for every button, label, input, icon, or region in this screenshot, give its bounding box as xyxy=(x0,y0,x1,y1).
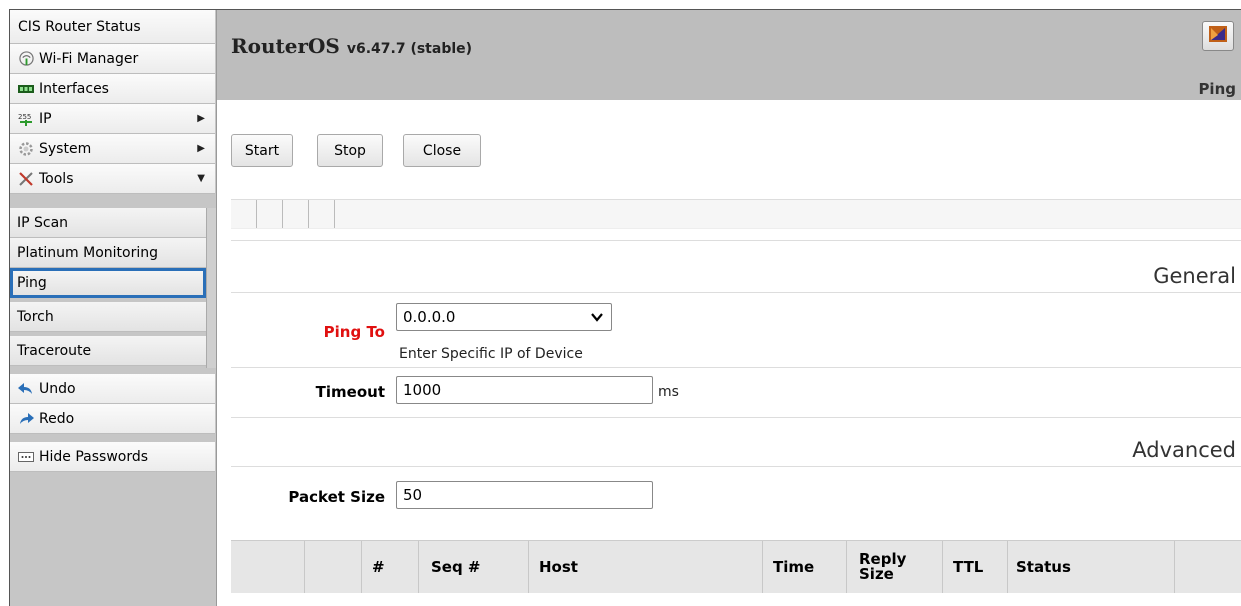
packet-size-value: 50 xyxy=(403,486,423,504)
timeout-input[interactable]: 1000 xyxy=(396,376,653,404)
winbox-logo-button[interactable] xyxy=(1202,21,1234,51)
submenu-strip xyxy=(206,208,216,368)
sidebar-header-cis-router-status[interactable]: CIS Router Status xyxy=(10,10,215,44)
sidebar-item-wifi-manager[interactable]: Wi-Fi Manager xyxy=(10,44,215,74)
sidebar-sub-item-torch[interactable]: Torch xyxy=(10,302,206,332)
sidebar-item-label: Interfaces xyxy=(39,80,109,97)
app-frame: CIS Router Status Wi-Fi Manager Interfac… xyxy=(9,9,1241,606)
divider xyxy=(231,417,1241,418)
section-title-advanced: Advanced xyxy=(1132,438,1236,462)
divider xyxy=(231,292,1241,293)
divider xyxy=(231,367,1241,368)
brand-version: v6.47.7 (stable) xyxy=(346,41,473,57)
wifi-icon xyxy=(18,51,34,67)
sidebar-item-label: System xyxy=(39,140,92,157)
sidebar-item-label: IP xyxy=(39,110,52,127)
column-header-index[interactable]: # xyxy=(362,541,419,593)
packet-size-input[interactable]: 50 xyxy=(396,481,653,509)
tab-slot[interactable] xyxy=(257,200,283,228)
chevron-down-icon: ▼ xyxy=(197,173,205,184)
chevron-right-icon: ▶ xyxy=(197,143,205,154)
redo-icon xyxy=(18,411,34,427)
header-bar: RouterOS v6.47.7 (stable) Ping xyxy=(217,10,1241,100)
tab-slot[interactable] xyxy=(231,200,257,228)
redo-label: Redo xyxy=(39,410,75,427)
password-dots-icon xyxy=(18,449,34,465)
sidebar-sub-item-ping[interactable]: Ping xyxy=(10,268,206,298)
sidebar-sub-item-label: Ping xyxy=(17,275,47,291)
column-header-ttl[interactable]: TTL xyxy=(943,541,1008,593)
section-title-general: General xyxy=(1153,264,1236,288)
tab-slot[interactable] xyxy=(283,200,309,228)
tab-strip xyxy=(231,199,1241,229)
sidebar-item-system[interactable]: System ▶ xyxy=(10,134,215,164)
column-header-reply-size[interactable]: Reply Size xyxy=(847,541,943,593)
column-header-seq[interactable]: Seq # xyxy=(419,541,529,593)
ping-to-label: Ping To xyxy=(323,323,385,341)
column-header-status[interactable]: Status xyxy=(1008,541,1175,593)
start-button[interactable]: Start xyxy=(231,134,293,167)
undo-label: Undo xyxy=(39,380,76,397)
sidebar-sub-item-label: IP Scan xyxy=(17,214,69,231)
sidebar-sub-item-label: Traceroute xyxy=(17,342,92,359)
sidebar-header-label: CIS Router Status xyxy=(18,18,141,35)
column-blank[interactable] xyxy=(231,541,305,593)
tools-icon xyxy=(18,171,34,187)
results-table-header: # Seq # Host Time Reply Size TTL Status xyxy=(231,540,1241,593)
mikrotik-logo-icon xyxy=(1209,26,1227,46)
chevron-down-icon xyxy=(591,309,603,327)
sidebar-sub-item-traceroute[interactable]: Traceroute xyxy=(10,336,206,366)
main-panel: RouterOS v6.47.7 (stable) Ping Start Sto… xyxy=(217,10,1241,606)
ip-icon: 255 xyxy=(18,111,34,127)
redo-button[interactable]: Redo xyxy=(10,404,215,434)
column-blank[interactable] xyxy=(1175,541,1241,593)
sidebar-item-label: Tools xyxy=(39,170,74,187)
timeout-unit: ms xyxy=(658,384,679,400)
timeout-label: Timeout xyxy=(315,383,385,401)
ping-to-select[interactable]: 0.0.0.0 xyxy=(396,303,612,331)
sidebar-item-tools[interactable]: Tools ▼ xyxy=(10,164,215,194)
sidebar-sub-item-label: Platinum Monitoring xyxy=(17,244,158,261)
sidebar: CIS Router Status Wi-Fi Manager Interfac… xyxy=(10,10,217,606)
column-header-host[interactable]: Host xyxy=(529,541,763,593)
brand-title: RouterOS v6.47.7 (stable) xyxy=(231,34,472,58)
sidebar-sub-item-ip-scan[interactable]: IP Scan xyxy=(10,208,206,238)
chevron-right-icon: ▶ xyxy=(197,113,205,124)
divider xyxy=(231,466,1241,467)
svg-text:255: 255 xyxy=(18,113,31,121)
hide-passwords-label: Hide Passwords xyxy=(39,448,149,465)
gear-icon xyxy=(18,141,34,157)
divider xyxy=(231,240,1241,241)
sidebar-sub-item-platinum-monitoring[interactable]: Platinum Monitoring xyxy=(10,238,206,268)
interfaces-icon xyxy=(18,81,34,97)
sidebar-item-interfaces[interactable]: Interfaces xyxy=(10,74,215,104)
ping-to-hint: Enter Specific IP of Device xyxy=(399,346,583,362)
undo-button[interactable]: Undo xyxy=(10,374,215,404)
undo-icon xyxy=(18,381,34,397)
sidebar-item-ip[interactable]: 255 IP ▶ xyxy=(10,104,215,134)
timeout-value: 1000 xyxy=(403,381,442,399)
column-blank[interactable] xyxy=(305,541,362,593)
sidebar-sub-item-label: Torch xyxy=(17,308,54,325)
brand-name: RouterOS xyxy=(231,34,340,58)
packet-size-label: Packet Size xyxy=(288,488,385,506)
page-title: Ping xyxy=(1198,80,1236,98)
column-header-time[interactable]: Time xyxy=(763,541,847,593)
stop-button[interactable]: Stop xyxy=(317,134,383,167)
close-button[interactable]: Close xyxy=(403,134,481,167)
ping-to-value: 0.0.0.0 xyxy=(403,308,456,326)
sidebar-item-label: Wi-Fi Manager xyxy=(39,50,139,67)
hide-passwords-button[interactable]: Hide Passwords xyxy=(10,442,215,472)
tab-slot[interactable] xyxy=(309,200,335,228)
